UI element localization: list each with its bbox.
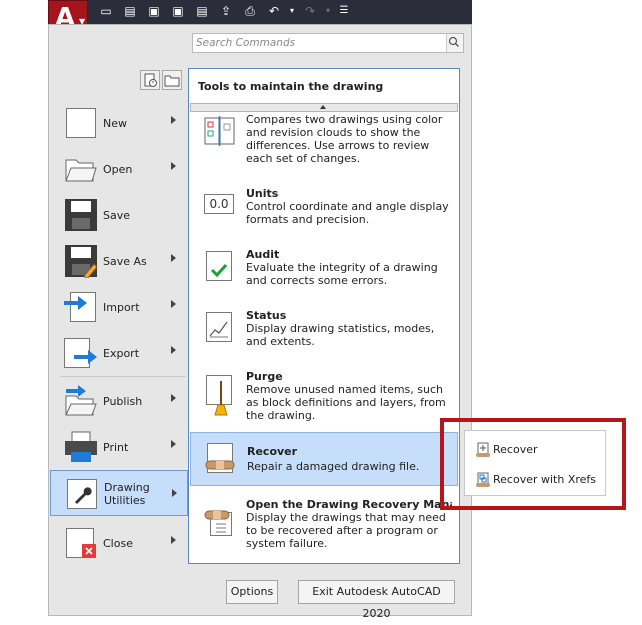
chevron-right-icon <box>171 394 176 402</box>
save-as-icon <box>64 244 98 280</box>
floppy-disk-icon <box>64 198 98 232</box>
panel-item-description: Evaluate the integrity of a drawing and … <box>246 261 438 287</box>
menu-item-close[interactable]: Close <box>50 522 188 564</box>
exit-button[interactable]: Exit Autodesk AutoCAD 2020 <box>298 580 455 620</box>
print-icon[interactable]: ⎙ <box>242 3 258 19</box>
panel-item-status[interactable]: Status Display drawing statistics, modes… <box>190 304 458 360</box>
save-as-icon[interactable]: ▣ <box>170 3 186 19</box>
import-icon <box>64 290 98 324</box>
recover-bandage-icon <box>205 443 235 473</box>
chevron-right-icon <box>171 440 176 448</box>
panel-item-compare[interactable]: Compares two drawings using color and re… <box>190 112 458 176</box>
redo-dropdown-icon[interactable]: ▾ <box>320 3 336 19</box>
panel-item-recover[interactable]: Recover Repair a damaged drawing file. <box>190 432 458 486</box>
open-folder-icon[interactable]: ▤ <box>122 3 138 19</box>
share-icon[interactable]: ⇪ <box>218 3 234 19</box>
compare-drawings-icon <box>204 116 235 146</box>
menu-item-label: New <box>103 117 127 130</box>
menu-item-label: Publish <box>103 395 143 408</box>
undo-icon[interactable]: ↶ <box>266 3 282 19</box>
highlight-annotation-box <box>440 418 626 510</box>
chevron-right-icon <box>171 162 176 170</box>
panel-item-title: Audit <box>246 248 280 261</box>
close-document-icon <box>64 526 98 560</box>
menu-item-open[interactable]: Open <box>50 148 188 190</box>
new-document-icon <box>64 106 98 140</box>
panel-item-title: Open the Drawing Recovery Manager <box>246 498 452 511</box>
menu-item-publish[interactable]: Publish <box>50 380 188 422</box>
menu-item-drawing-utilities[interactable]: Drawing Utilities <box>50 470 188 516</box>
redo-icon[interactable]: ↷ <box>302 3 318 19</box>
recent-documents-icon[interactable] <box>140 70 160 90</box>
panel-item-purge[interactable]: Purge Remove unused named items, such as… <box>190 365 458 427</box>
panel-item-title: Recover <box>247 445 298 458</box>
panel-item-title: Status <box>246 309 287 322</box>
export-icon <box>64 336 98 370</box>
open-from-web-icon[interactable]: ▤ <box>194 3 210 19</box>
menu-item-save-as[interactable]: Save As <box>50 240 188 282</box>
chevron-right-icon <box>171 300 176 308</box>
scroll-up-button[interactable] <box>190 103 458 112</box>
new-file-icon[interactable]: ▭ <box>98 3 114 19</box>
panel-item-description: Repair a damaged drawing file. <box>247 460 420 473</box>
panel-item-description: Compares two drawings using color and re… <box>246 113 443 165</box>
open-documents-icon[interactable] <box>162 70 182 90</box>
printer-icon <box>64 430 98 464</box>
menu-item-import[interactable]: Import <box>50 286 188 328</box>
panel-item-description: Control coordinate and angle display for… <box>246 200 449 226</box>
undo-dropdown-icon[interactable]: ▾ <box>284 3 300 19</box>
search-icon[interactable] <box>446 34 463 52</box>
wrench-document-icon <box>65 475 99 509</box>
publish-icon <box>64 384 98 418</box>
save-icon[interactable]: ▣ <box>146 3 162 19</box>
menu-item-label: Open <box>103 163 133 176</box>
panel-item-description: Display drawing statistics, modes, and e… <box>246 322 435 348</box>
panel-item-description: Remove unused named items, such as block… <box>246 383 446 422</box>
menu-item-label: Export <box>103 347 140 360</box>
recovery-manager-icon <box>204 506 234 536</box>
menu-item-export[interactable]: Export <box>50 332 188 374</box>
chevron-right-icon <box>171 536 176 544</box>
broom-icon <box>204 375 234 416</box>
panel-item-audit[interactable]: Audit Evaluate the integrity of a drawin… <box>190 243 458 299</box>
search-placeholder: Search Commands <box>196 37 296 49</box>
menu-item-label: Import <box>103 301 140 314</box>
divider <box>60 376 186 377</box>
chevron-right-icon <box>172 489 177 497</box>
open-folder-icon <box>64 152 98 186</box>
customize-toolbar-icon[interactable]: ☰ <box>336 3 352 19</box>
menu-item-label: Save As <box>103 255 147 268</box>
audit-check-icon <box>204 251 234 281</box>
menu-item-label: Print <box>103 441 129 454</box>
chevron-up-icon <box>320 105 326 109</box>
chevron-right-icon <box>171 116 176 124</box>
units-icon: 0.0 <box>204 194 234 214</box>
panel-item-title: Purge <box>246 370 283 383</box>
panel-item-title: Units <box>246 187 279 200</box>
menu-item-label: Save <box>103 209 131 222</box>
panel-item-units[interactable]: 0.0 Units Control coordinate and angle d… <box>190 182 458 238</box>
menu-item-print[interactable]: Print <box>50 426 188 468</box>
search-input[interactable]: Search Commands <box>192 33 464 53</box>
options-button[interactable]: Options <box>226 580 278 604</box>
status-chart-icon <box>204 312 234 342</box>
chevron-right-icon <box>171 346 176 354</box>
panel-title: Tools to maintain the drawing <box>198 80 384 93</box>
panel-item-recovery-manager[interactable]: Open the Drawing Recovery Manager Displa… <box>190 492 458 556</box>
menu-item-label: Drawing Utilities <box>104 481 150 507</box>
panel-item-description: Display the drawings that may need to be… <box>246 511 446 550</box>
menu-item-save[interactable]: Save <box>50 194 188 236</box>
menu-item-label: Close <box>103 537 133 550</box>
menu-item-new[interactable]: New <box>50 102 188 144</box>
chevron-right-icon <box>171 254 176 262</box>
